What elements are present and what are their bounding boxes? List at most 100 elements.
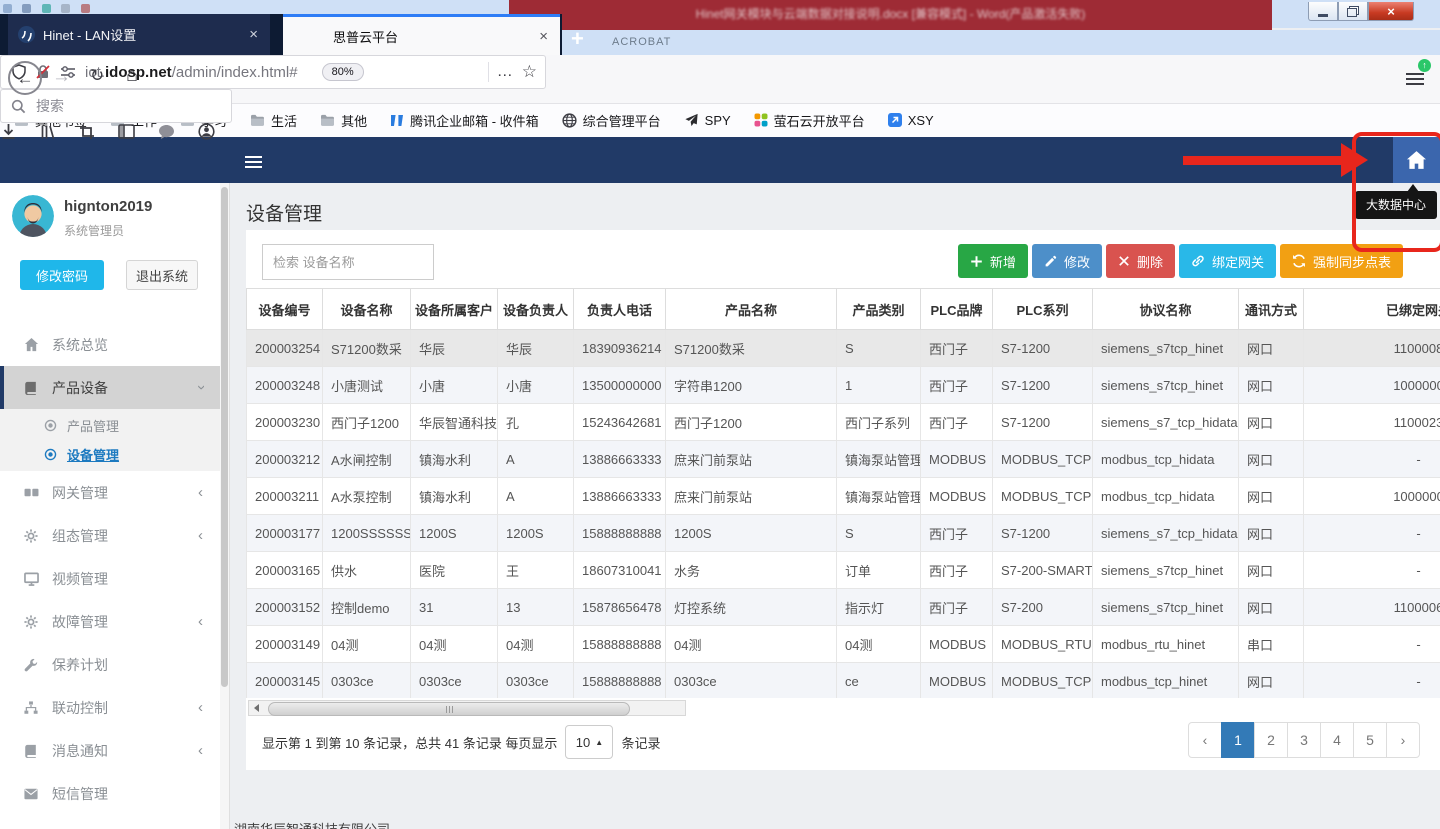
sidebar-item-label: 网关管理 [52, 483, 108, 503]
table-cell: 西门子 [921, 404, 993, 441]
page-button-5[interactable]: 5 [1353, 722, 1387, 758]
page-actions-icon[interactable]: … [497, 63, 514, 81]
back-button[interactable]: ← [8, 61, 42, 95]
scrollbar-thumb[interactable] [268, 702, 630, 716]
table-cell: 200003211 [247, 478, 323, 515]
sidebar-item-gateway-mgmt[interactable]: 网关管理‹ [0, 471, 221, 514]
browser-tab-hinet[interactable]: Hinet - LAN设置 × [8, 14, 270, 55]
background-icon [81, 4, 90, 13]
table-cell: MODBUS_RTU [993, 626, 1093, 663]
table-cell: 西门子 [921, 330, 993, 367]
sidebar-item-device-mgmt[interactable]: 设备管理 [0, 440, 221, 469]
minimize-button[interactable] [1308, 2, 1338, 21]
table-row[interactable]: 200003165供水医院王18607310041水务订单西门子S7-200-S… [247, 552, 1440, 589]
add-button[interactable]: 新增 [958, 244, 1028, 278]
sidebar-toggle-icon[interactable] [118, 124, 135, 139]
table-row[interactable]: 200003211A水泵控制镇海水利A13886663333庶来门前泵站镇海泵站… [247, 478, 1440, 515]
gateway-icon [22, 486, 40, 499]
screenshot-icon[interactable] [79, 124, 95, 140]
sidebar-item-overview[interactable]: 系统总览 [0, 323, 221, 366]
scroll-left-arrow[interactable] [249, 701, 264, 715]
sidebar-item-fault-mgmt[interactable]: 故障管理‹ [0, 600, 221, 643]
zoom-level-badge[interactable]: 80% [322, 63, 364, 81]
bookmark-star-icon[interactable]: ☆ [522, 62, 537, 82]
device-search-input[interactable] [262, 244, 434, 280]
browser-home-button[interactable]: ⌂ [126, 64, 138, 87]
page-button-1[interactable]: 1 [1221, 722, 1255, 758]
table-cell: MODBUS [921, 441, 993, 478]
sidebar-item-linkage-control[interactable]: 联动控制‹ [0, 686, 221, 729]
reload-button[interactable]: ↻ [90, 66, 104, 86]
table-row[interactable]: 200003230西门子1200华辰智通科技孔15243642681西门子120… [247, 404, 1440, 441]
table-row[interactable]: 2000031450303ce0303ce0303ce1588888888803… [247, 663, 1440, 699]
horizontal-scrollbar[interactable] [248, 700, 686, 716]
table-cell: 1100006 [1304, 589, 1440, 626]
sidebar-item-product-mgmt[interactable]: 产品管理 [0, 411, 221, 440]
sidebar-item-message-notify[interactable]: 消息通知‹ [0, 729, 221, 772]
table-cell: - [1304, 552, 1440, 589]
table-header-cell: 产品名称 [666, 289, 837, 330]
page-button-2[interactable]: 2 [1254, 722, 1288, 758]
sidebar-item-config-mgmt[interactable]: 组态管理‹ [0, 514, 221, 557]
update-badge-icon[interactable]: ↑ [1418, 59, 1431, 72]
logout-button[interactable]: 退出系统 [126, 260, 198, 290]
sidebar-item-product-device[interactable]: 产品设备‹ [0, 366, 221, 409]
chat-bubble-icon[interactable] [158, 124, 175, 140]
table-row[interactable]: 20000314904测04测04测1588888888804测04测MODBU… [247, 626, 1440, 663]
book-icon [22, 381, 40, 395]
sidebar-item-maintenance-plan[interactable]: 保养计划 [0, 643, 221, 686]
table-header-cell: 负责人电话 [574, 289, 666, 330]
table-cell: 网口 [1239, 515, 1304, 552]
table-header-cell: 已绑定网关 [1304, 289, 1440, 330]
tab-title: 思普云平台 [293, 27, 537, 46]
bind-gateway-button[interactable]: 绑定网关 [1179, 244, 1276, 278]
table-cell: 西门子 [921, 589, 993, 626]
library-icon[interactable] [40, 124, 56, 140]
edit-button[interactable]: 修改 [1032, 244, 1102, 278]
account-icon[interactable] [198, 123, 215, 140]
table-cell: 镇海泵站管理 [837, 441, 921, 478]
table-row[interactable]: 2000031771200SSSSSS1200S1200S15888888888… [247, 515, 1440, 552]
sidebar-item-sms-mgmt[interactable]: 短信管理 [0, 772, 221, 815]
browser-tab-sipu[interactable]: 思普云平台 × [283, 14, 560, 55]
url-text[interactable]: iot.idosp.net/admin/index.html# [85, 64, 298, 81]
table-cell: 15243642681 [574, 404, 666, 441]
sidebar-item-label: 联动控制 [52, 698, 108, 718]
tab-close-icon[interactable]: × [537, 28, 550, 45]
table-cell: modbus_tcp_hinet [1093, 663, 1239, 699]
restore-button[interactable] [1338, 2, 1368, 21]
word-titlebar: Hinet网关模块与云端数据对接说明.docx [兼容模式] - Word(产品… [509, 0, 1272, 30]
table-row[interactable]: 200003248小唐测试小唐小唐13500000000字符串12001西门子S… [247, 367, 1440, 404]
table-cell: 网口 [1239, 367, 1304, 404]
sidebar-item-video-mgmt[interactable]: 视频管理 [0, 557, 221, 600]
forward-button[interactable]: → [52, 66, 71, 88]
new-tab-button[interactable]: + [571, 26, 584, 52]
tab-close-icon[interactable]: × [247, 26, 260, 43]
page-button-3[interactable]: 3 [1287, 722, 1321, 758]
delete-button[interactable]: 删除 [1106, 244, 1175, 278]
table-row[interactable]: 200003152控制demo311315878656478灯控系统指示灯西门子… [247, 589, 1440, 626]
search-input[interactable] [34, 97, 208, 115]
url-bar[interactable]: iot.idosp.net/admin/index.html# 80% … ☆ [0, 55, 546, 89]
table-row[interactable]: 200003212A水闸控制镇海水利A13886663333庶来门前泵站镇海泵站… [247, 441, 1440, 478]
page-button-‹[interactable]: ‹ [1188, 722, 1222, 758]
table-cell: 网口 [1239, 589, 1304, 626]
annotation-arrow-head [1341, 143, 1368, 177]
table-cell: 13886663333 [574, 441, 666, 478]
page-button-4[interactable]: 4 [1320, 722, 1354, 758]
sidebar-scrollbar-thumb[interactable] [221, 187, 228, 687]
table-cell: siemens_s7tcp_hinet [1093, 552, 1239, 589]
sidebar-item-label: 保养计划 [52, 655, 108, 675]
page-size-select[interactable]: 10 ▲ [565, 725, 613, 759]
change-password-button[interactable]: 修改密码 [20, 260, 104, 290]
table-row[interactable]: 200003254S71200数采华辰华辰18390936214S71200数采… [247, 330, 1440, 367]
search-box[interactable] [0, 89, 232, 123]
sidebar-scrollbar[interactable] [220, 183, 229, 829]
menu-button[interactable] [1406, 70, 1424, 88]
page-button-›[interactable]: › [1386, 722, 1420, 758]
table-cell: 18607310041 [574, 552, 666, 589]
button-label: 修改 [1064, 252, 1090, 271]
download-icon[interactable] [0, 123, 17, 140]
close-button[interactable]: × [1368, 2, 1414, 21]
sidebar-toggle-button[interactable] [245, 153, 262, 171]
